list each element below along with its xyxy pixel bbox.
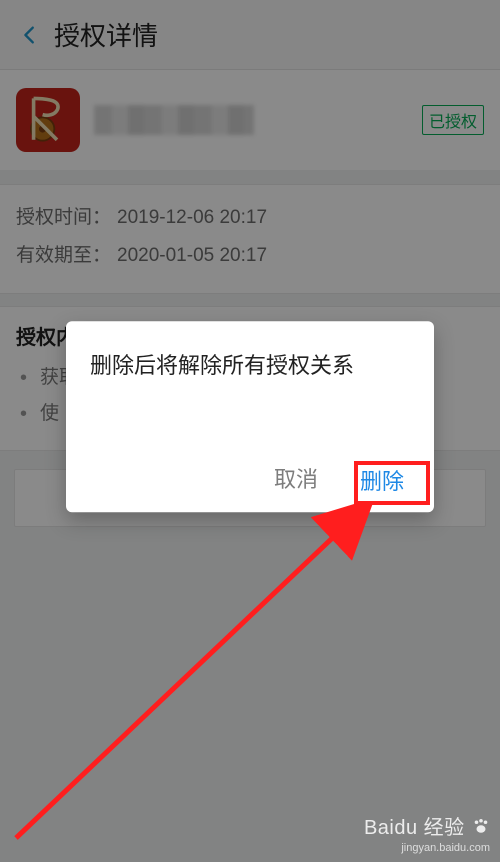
dialog-message: 删除后将解除所有授权关系 bbox=[90, 349, 410, 382]
watermark-brand: Baidu 经验 bbox=[364, 817, 465, 839]
watermark-sub: jingyan.baidu.com bbox=[401, 842, 490, 854]
cancel-button[interactable]: 取消 bbox=[274, 462, 318, 498]
watermark: Baidu 经验 jingyan.baidu.com bbox=[364, 811, 490, 854]
confirm-dialog: 删除后将解除所有授权关系 取消 删除 bbox=[66, 321, 434, 512]
delete-button[interactable]: 删除 bbox=[354, 462, 410, 498]
paw-icon bbox=[472, 818, 490, 837]
screen: 授权详情 已授权 授权时间：2019-12-06 20:17 有效期至：2020… bbox=[0, 0, 500, 862]
dialog-actions: 取消 删除 bbox=[90, 462, 410, 498]
